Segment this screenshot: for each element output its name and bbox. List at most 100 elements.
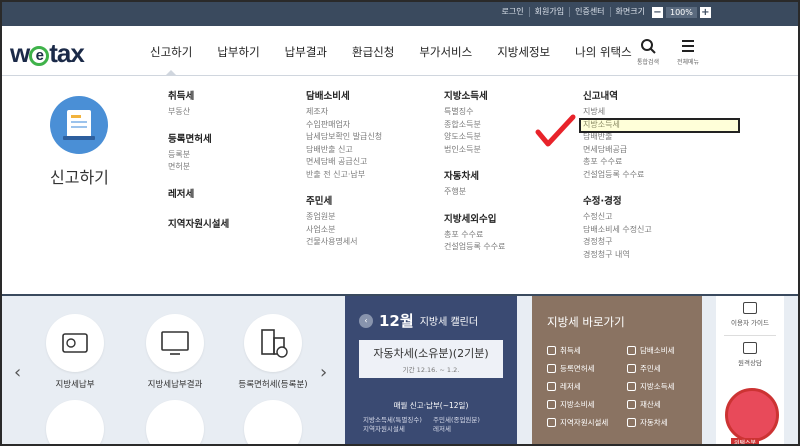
- login-link[interactable]: 로그인: [497, 7, 529, 17]
- nav-pay-result[interactable]: 납부결과: [285, 44, 327, 60]
- menu-item[interactable]: 면허분: [168, 161, 229, 174]
- calendar-prev-button[interactable]: ‹: [359, 313, 373, 328]
- screen-size-label: 화면크기: [609, 7, 650, 17]
- service-registration-tax[interactable]: 등록면허세(등록분): [228, 314, 318, 390]
- nav-local-tax-info[interactable]: 지방세정보: [497, 44, 550, 60]
- shortcut-tobacco-tax[interactable]: 담배소비세: [627, 344, 707, 356]
- menu-item[interactable]: 건설업등록 수수료: [444, 241, 505, 254]
- payment-icon: [46, 314, 104, 372]
- services-next-button[interactable]: ›: [320, 362, 327, 383]
- service-label: 지방세납부: [55, 380, 95, 390]
- chatbot-mascot-icon[interactable]: [725, 388, 779, 442]
- menu-item[interactable]: 면세담배공급: [583, 144, 652, 157]
- shortcut-label: 취득세: [560, 345, 581, 355]
- menu-item[interactable]: 법인소득분: [444, 144, 505, 157]
- local-tax-calendar: ‹ 12월 지방세 캘린더 자동차세(소유분)(2기분) 기간 12.16. ~…: [345, 296, 517, 446]
- shortcut-leisure-tax[interactable]: 레저세: [547, 380, 627, 392]
- services-prev-button[interactable]: ‹: [14, 362, 21, 383]
- zoom-value: 100%: [666, 7, 697, 18]
- shortcut-icon: [547, 399, 556, 409]
- menu-item[interactable]: 담배소비세 수정신고: [583, 224, 652, 237]
- nav-pay[interactable]: 납부하기: [217, 44, 259, 60]
- shortcut-local-income-tax[interactable]: 지방소득세: [627, 380, 707, 392]
- menu-item[interactable]: 담배반출 신고: [306, 144, 382, 157]
- highlight-box-annotation: [579, 118, 740, 133]
- signup-link[interactable]: 회원가입: [528, 7, 569, 17]
- menu-item[interactable]: 건설업등록 수수료: [583, 169, 652, 182]
- user-guide-button[interactable]: 이용자 가이드: [716, 302, 784, 327]
- zoom-out-button[interactable]: −: [652, 7, 663, 18]
- shortcut-registration-tax[interactable]: 등록면허세: [547, 362, 627, 374]
- menu-item[interactable]: 총포 수수료: [583, 156, 652, 169]
- calendar-list-item[interactable]: 지방소득세(특별징수): [363, 416, 433, 425]
- search-button[interactable]: 통합검색: [628, 38, 668, 66]
- menu-report-history[interactable]: 신고내역: [583, 88, 652, 102]
- shortcuts-grid: 취득세 담배소비세 등록면허세 주민세 레저세 지방소득세 지방소비세 재산세 …: [547, 344, 707, 428]
- service-more-2[interactable]: [130, 400, 220, 446]
- menu-item[interactable]: 수입판매업자: [306, 119, 382, 132]
- menu-item[interactable]: 면세담배 공급신고: [306, 156, 382, 169]
- service-local-tax-pay[interactable]: 지방세납부: [30, 314, 120, 390]
- money-bag-icon: [46, 400, 104, 446]
- menu-acquisition-tax[interactable]: 취득세: [168, 88, 229, 102]
- menu-item[interactable]: 반출 전 신고·납부: [306, 169, 382, 182]
- menu-column-3: 지방소득세 특별징수 종합소득분 양도소득분 법인소득분 자동차세 주행분 지방…: [444, 88, 505, 254]
- calendar-list-item[interactable]: 레저세: [433, 425, 503, 434]
- monthly-report-heading: 매월 신고·납부(~12일): [393, 401, 469, 410]
- menu-column-1: 취득세 부동산 등록면허세 등록분 면허분 레저세 지역자원시설세: [168, 88, 229, 234]
- menu-leisure-tax[interactable]: 레저세: [168, 186, 229, 200]
- menu-item[interactable]: 양도소득분: [444, 131, 505, 144]
- menu-item[interactable]: 종업원분: [306, 211, 382, 224]
- calendar-list-item[interactable]: 지역자원시설세: [363, 425, 433, 434]
- menu-tobacco-tax[interactable]: 담배소비세: [306, 88, 382, 102]
- menu-regional-resource-tax[interactable]: 지역자원시설세: [168, 216, 229, 230]
- nav-my-wetax[interactable]: 나의 위택스: [575, 44, 632, 60]
- menu-item[interactable]: 부동산: [168, 106, 229, 119]
- shortcut-property-tax[interactable]: 재산세: [627, 398, 707, 410]
- calendar-list-item[interactable]: 주민세(종업원분): [433, 416, 503, 425]
- wetax-logo[interactable]: w e tax: [10, 38, 85, 69]
- menu-vehicle-tax[interactable]: 자동차세: [444, 168, 505, 182]
- report-mega-menu: 신고하기 취득세 부동산 등록면허세 등록분 면허분 레저세 지역자원시설세 담…: [0, 76, 800, 296]
- menu-item[interactable]: 특별징수: [444, 106, 505, 119]
- shortcut-label: 지방소득세: [640, 381, 675, 391]
- menu-local-income-tax[interactable]: 지방소득세: [444, 88, 505, 102]
- shortcut-label: 지방소비세: [560, 399, 595, 409]
- nav-refund[interactable]: 환급신청: [352, 44, 394, 60]
- menu-item[interactable]: 경정청구: [583, 236, 652, 249]
- menu-item[interactable]: 경정청구 내역: [583, 249, 652, 262]
- shortcut-resident-tax[interactable]: 주민세: [627, 362, 707, 374]
- shortcut-label: 주민세: [640, 363, 661, 373]
- menu-item[interactable]: 건물사용명세서: [306, 236, 382, 249]
- calendar-event-card[interactable]: 자동차세(소유분)(2기분) 기간 12.16. ~ 1.2.: [359, 340, 503, 378]
- nav-report[interactable]: 신고하기: [150, 44, 192, 76]
- nav-extra-services[interactable]: 부가서비스: [419, 44, 472, 60]
- menu-item[interactable]: 종합소득분: [444, 119, 505, 132]
- menu-item[interactable]: 주행분: [444, 186, 505, 199]
- menu-item[interactable]: 지방세: [583, 106, 652, 119]
- menu-item[interactable]: 제조자: [306, 106, 382, 119]
- shortcut-vehicle-tax[interactable]: 자동차세: [627, 416, 707, 428]
- shortcut-regional-resource-tax[interactable]: 지역자원시설세: [547, 416, 627, 428]
- service-more-1[interactable]: [30, 400, 120, 446]
- document-icon: [63, 110, 95, 140]
- menu-non-tax-revenue[interactable]: 지방세외수입: [444, 211, 505, 225]
- remote-support-button[interactable]: 원격상담: [716, 342, 784, 367]
- menu-item[interactable]: 수정신고: [583, 211, 652, 224]
- menu-item[interactable]: 납세담보확인 발급신청: [306, 131, 382, 144]
- menu-item[interactable]: 등록분: [168, 149, 229, 162]
- menu-resident-tax[interactable]: 주민세: [306, 193, 382, 207]
- all-menu-button[interactable]: 전체메뉴: [668, 38, 708, 66]
- menu-item[interactable]: 총포 수수료: [444, 229, 505, 242]
- menu-registration-license-tax[interactable]: 등록면허세: [168, 131, 229, 145]
- service-more-3[interactable]: [228, 400, 318, 446]
- service-local-tax-pay-result[interactable]: 지방세납부결과: [130, 314, 220, 390]
- menu-amend-correction[interactable]: 수정·경정: [583, 193, 652, 207]
- menu-item[interactable]: 사업소분: [306, 224, 382, 237]
- utility-links: 로그인 회원가입 인증센터 화면크기: [497, 7, 650, 17]
- auth-center-link[interactable]: 인증센터: [569, 7, 609, 17]
- red-checkmark-annotation: [535, 114, 576, 147]
- shortcut-local-consumption-tax[interactable]: 지방소비세: [547, 398, 627, 410]
- zoom-in-button[interactable]: +: [699, 7, 711, 18]
- shortcut-acquisition-tax[interactable]: 취득세: [547, 344, 627, 356]
